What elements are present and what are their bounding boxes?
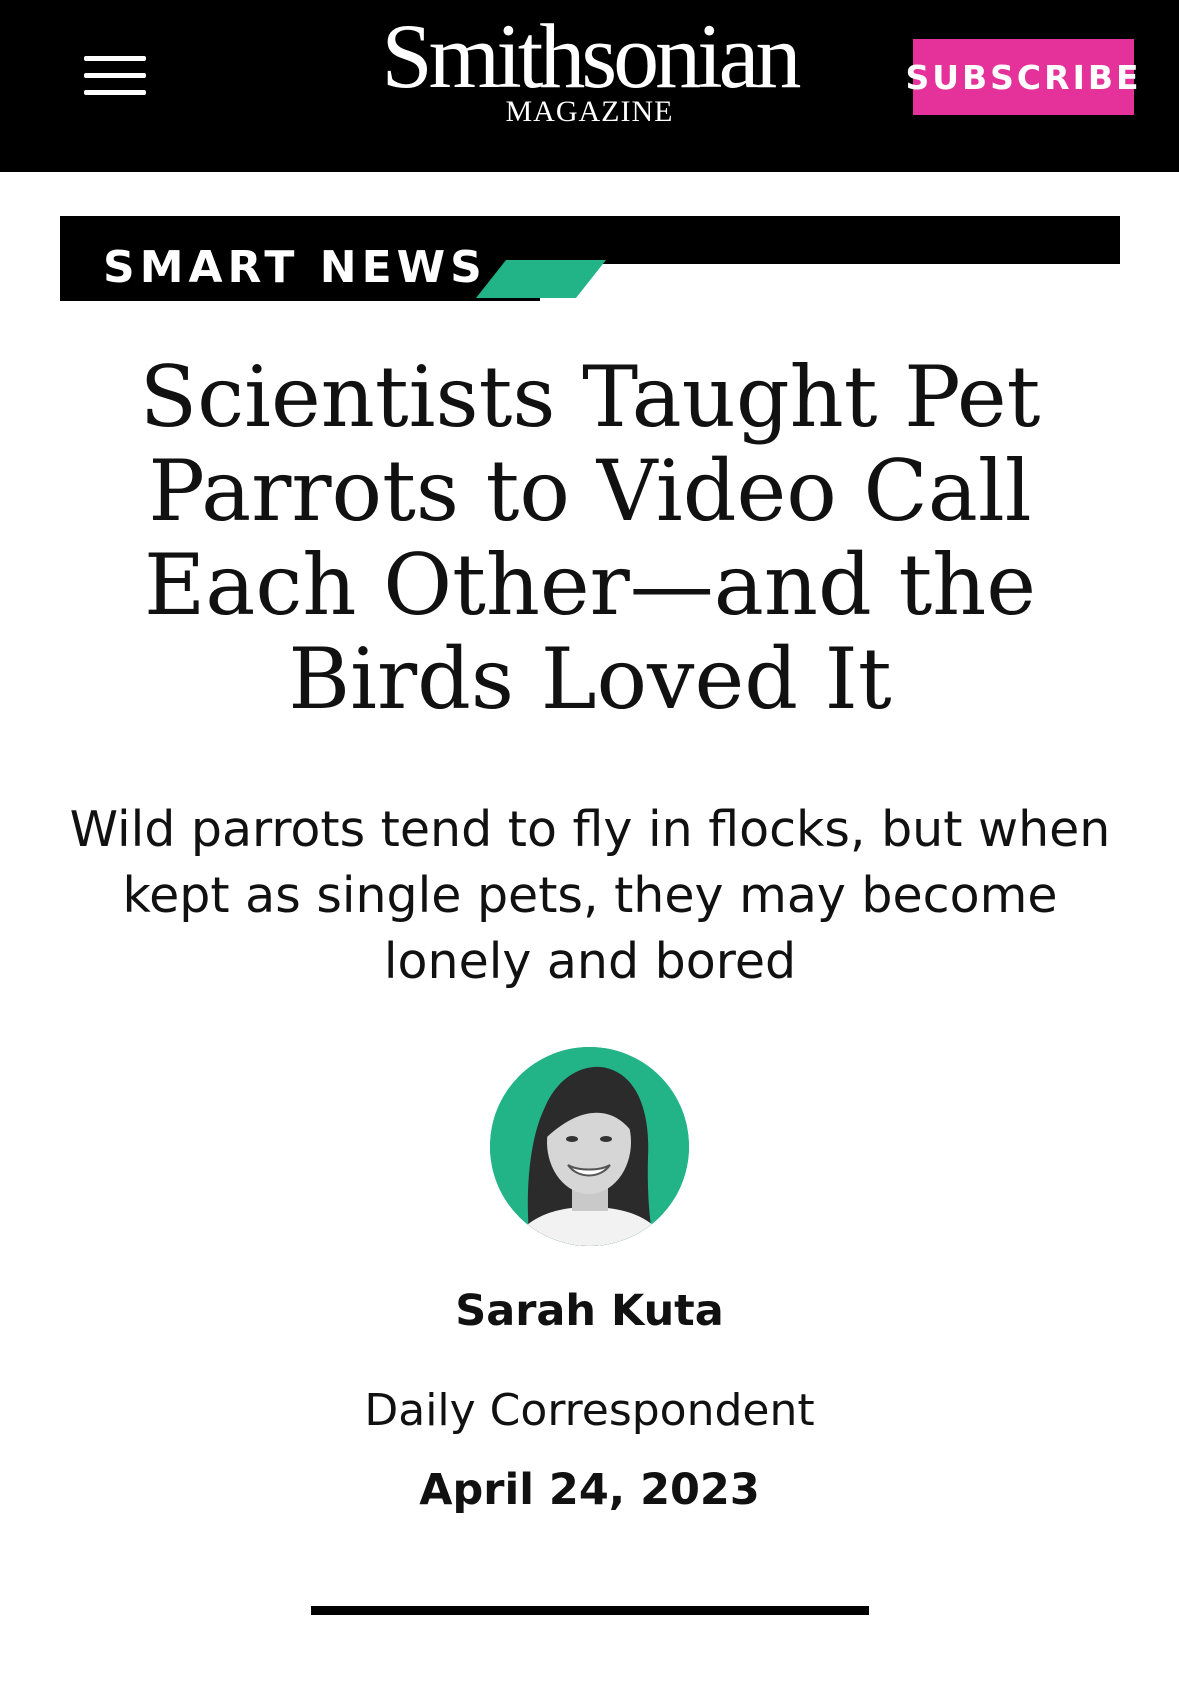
article-dek: Wild parrots tend to fly in flocks, but …	[69, 801, 1111, 990]
subscribe-button[interactable]: SUBSCRIBE	[905, 39, 1139, 115]
author-name-link[interactable]: Sarah Kuta	[0, 1283, 1179, 1339]
author-photo	[490, 1047, 689, 1246]
article-headline: Scientists Taught Pet Parrots to Video C…	[139, 348, 1041, 728]
site-header: Smithsonian MAGAZINE SUBSCRIBE	[0, 0, 1179, 172]
section-label-smart-news[interactable]: SMART NEWS	[103, 242, 487, 294]
author-role: Daily Correspondent	[364, 1385, 815, 1436]
section-accent-shape	[476, 260, 606, 298]
section-divider	[311, 1606, 869, 1615]
author-avatar[interactable]	[490, 1047, 689, 1246]
publish-date: April 24, 2023	[419, 1465, 760, 1515]
section-bar-gap	[540, 264, 1140, 304]
